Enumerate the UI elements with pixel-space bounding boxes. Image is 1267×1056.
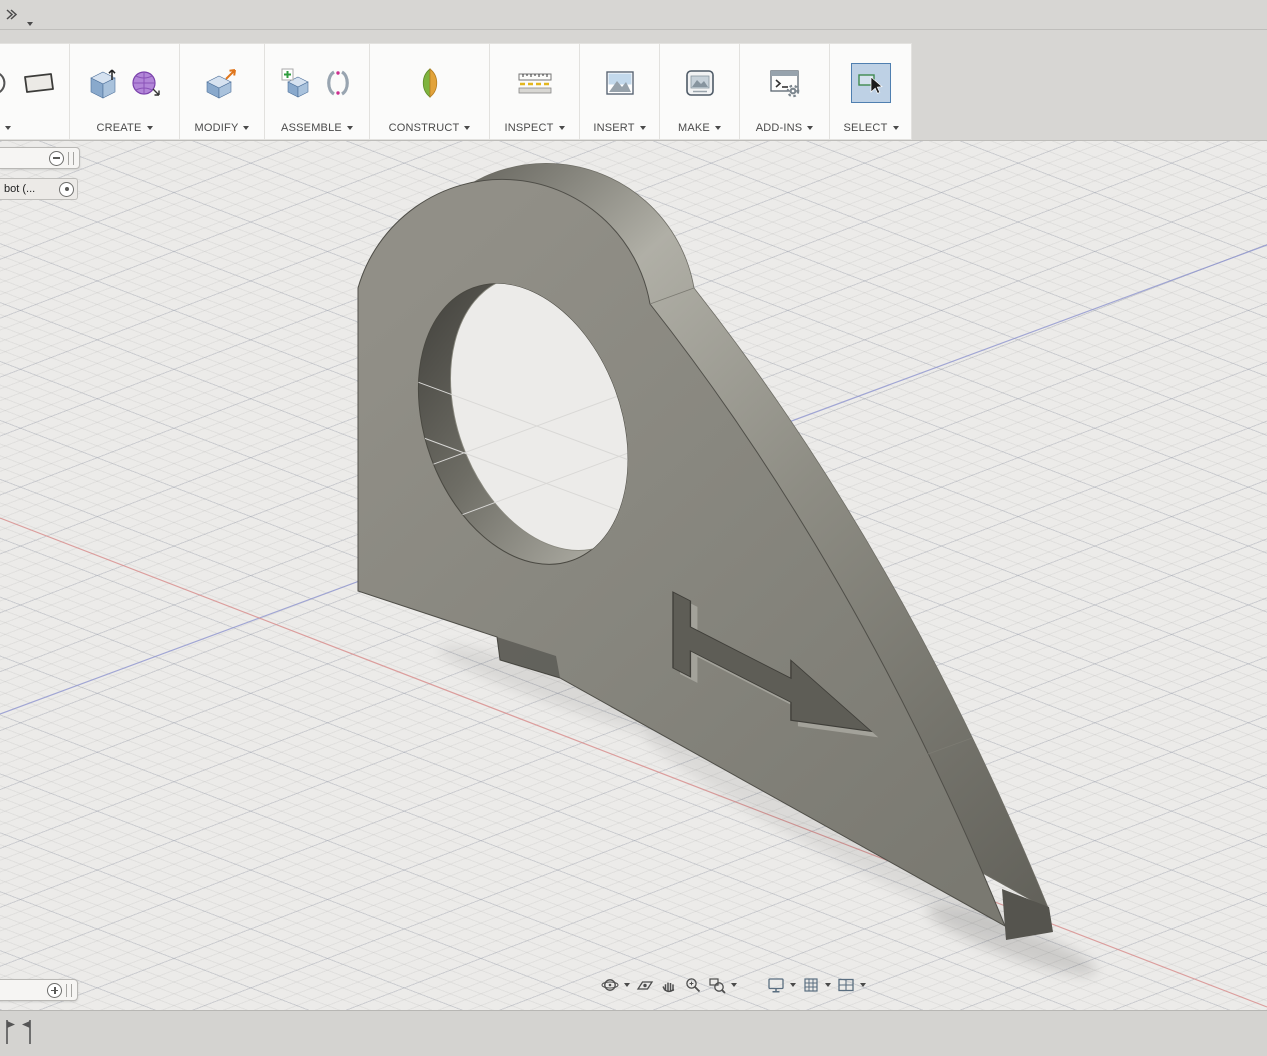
grid-icon xyxy=(802,976,820,994)
chevron-down-icon xyxy=(893,126,899,130)
select-cursor-icon[interactable] xyxy=(856,68,886,98)
viewport-canvas[interactable]: bot (... xyxy=(0,141,1267,1010)
chevron-down-icon xyxy=(825,983,831,987)
toolbar-label-addins: ADD-INS xyxy=(756,122,803,134)
toolbar-dropdown-select[interactable]: SELECT xyxy=(830,116,912,140)
toolbar-dropdown-sketch[interactable]: H xyxy=(0,116,69,140)
measure-icon[interactable] xyxy=(517,68,553,98)
navigation-bar xyxy=(598,972,869,998)
browser-collapsed-panel[interactable] xyxy=(0,147,80,169)
toolbar-group-sketch: H xyxy=(0,43,70,140)
toolbar-groups: H CREATE xyxy=(0,43,912,140)
new-component-icon[interactable] xyxy=(281,68,311,98)
toolbar-label-assemble: ASSEMBLE xyxy=(281,122,342,134)
drag-grip[interactable] xyxy=(66,984,72,997)
toolbar-label-modify: MODIFY xyxy=(195,122,239,134)
zoom-window-icon xyxy=(708,976,726,994)
chevron-down-icon xyxy=(5,126,11,130)
chevron-down-icon xyxy=(640,126,646,130)
toolbar-label-make: MAKE xyxy=(678,122,710,134)
chevron-down-icon xyxy=(807,126,813,130)
orbit-button[interactable] xyxy=(598,974,633,996)
toolbar-dropdown-inspect[interactable]: INSPECT xyxy=(490,116,579,140)
orbit-icon xyxy=(601,976,619,994)
browser-document-tab[interactable]: bot (... xyxy=(0,178,78,200)
chevron-down-icon xyxy=(790,983,796,987)
expand-circle-icon[interactable] xyxy=(47,983,62,998)
display-settings-button[interactable] xyxy=(764,974,799,996)
pan-button[interactable] xyxy=(657,974,681,996)
toolbar-label-select: SELECT xyxy=(844,122,888,134)
dropdown-caret-icon[interactable] xyxy=(22,13,33,31)
document-label: bot (... xyxy=(4,183,55,195)
viewports-icon xyxy=(837,976,855,994)
toolbar-dropdown-construct[interactable]: CONSTRUCT xyxy=(370,116,489,140)
toolbar-group-select: SELECT xyxy=(830,43,912,140)
target-circle-icon[interactable] xyxy=(59,182,74,197)
toolbar-group-modify: MODIFY xyxy=(180,43,265,140)
scripts-addins-icon[interactable] xyxy=(769,68,801,98)
timeline-bar xyxy=(0,1010,1267,1056)
display-settings-icon xyxy=(767,976,785,994)
toolbar-group-insert: INSERT xyxy=(580,43,660,140)
zoom-button[interactable] xyxy=(681,974,705,996)
zoom-window-button[interactable] xyxy=(705,974,740,996)
fusion-window: H CREATE xyxy=(0,0,1267,1056)
chevron-down-icon xyxy=(715,126,721,130)
chevron-down-icon xyxy=(347,126,353,130)
press-pull-icon[interactable] xyxy=(206,67,238,99)
toolbar-dropdown-assemble[interactable]: ASSEMBLE xyxy=(265,116,369,140)
insert-canvas-icon[interactable] xyxy=(605,68,635,98)
form-sphere-icon[interactable] xyxy=(130,67,162,99)
chevron-down-icon xyxy=(559,126,565,130)
chevron-down-icon xyxy=(147,126,153,130)
toolbar-group-construct: CONSTRUCT xyxy=(370,43,490,140)
chevron-down-icon xyxy=(860,983,866,987)
look-at-button[interactable] xyxy=(633,974,657,996)
chevron-down-icon xyxy=(464,126,470,130)
look-at-icon xyxy=(636,976,654,994)
toolbar-group-create: CREATE xyxy=(70,43,180,140)
toolbar-dropdown-modify[interactable]: MODIFY xyxy=(180,116,264,140)
toolbar-dropdown-make[interactable]: MAKE xyxy=(660,116,739,140)
ribbon-toolbar: H CREATE xyxy=(0,30,1267,141)
toolbar-dropdown-insert[interactable]: INSERT xyxy=(580,116,659,140)
toolbar-group-inspect: INSPECT xyxy=(490,43,580,140)
toolbar-label-inspect: INSPECT xyxy=(504,122,553,134)
rectangle-icon[interactable] xyxy=(21,68,57,98)
construction-plane-icon[interactable] xyxy=(417,67,443,99)
toolbar-group-assemble: ASSEMBLE xyxy=(265,43,370,140)
toolbar-label-insert: INSERT xyxy=(593,122,634,134)
timeline-marker-back[interactable] xyxy=(19,1017,33,1047)
zoom-icon xyxy=(684,976,702,994)
toolbar-label-construct: CONSTRUCT xyxy=(389,122,460,134)
chevron-down-icon xyxy=(731,983,737,987)
toolbar-group-addins: ADD-INS xyxy=(740,43,830,140)
toolbar-label-create: CREATE xyxy=(96,122,141,134)
grid-snaps-button[interactable] xyxy=(799,974,834,996)
toolbar-group-make: MAKE xyxy=(660,43,740,140)
chevron-down-icon xyxy=(243,126,249,130)
solid-box-icon[interactable] xyxy=(88,67,118,99)
expand-chevrons-icon[interactable] xyxy=(4,8,17,26)
joint-icon[interactable] xyxy=(323,68,353,98)
quick-access-strip xyxy=(0,0,1267,30)
drag-grip[interactable] xyxy=(68,152,74,165)
collapse-circle-icon[interactable] xyxy=(49,151,64,166)
timeline-marker-forward[interactable] xyxy=(3,1017,17,1047)
chevron-down-icon xyxy=(624,983,630,987)
viewports-button[interactable] xyxy=(834,974,869,996)
comments-collapsed-panel[interactable] xyxy=(0,979,78,1001)
model-part[interactable] xyxy=(358,163,1053,940)
arc-icon[interactable] xyxy=(0,68,9,98)
pan-hand-icon xyxy=(660,976,678,994)
select-active-highlight[interactable] xyxy=(851,63,891,103)
toolbar-dropdown-addins[interactable]: ADD-INS xyxy=(740,116,829,140)
scene-3d xyxy=(0,141,1267,1010)
make-3d-print-icon[interactable] xyxy=(685,68,715,98)
toolbar-dropdown-create[interactable]: CREATE xyxy=(70,116,179,140)
